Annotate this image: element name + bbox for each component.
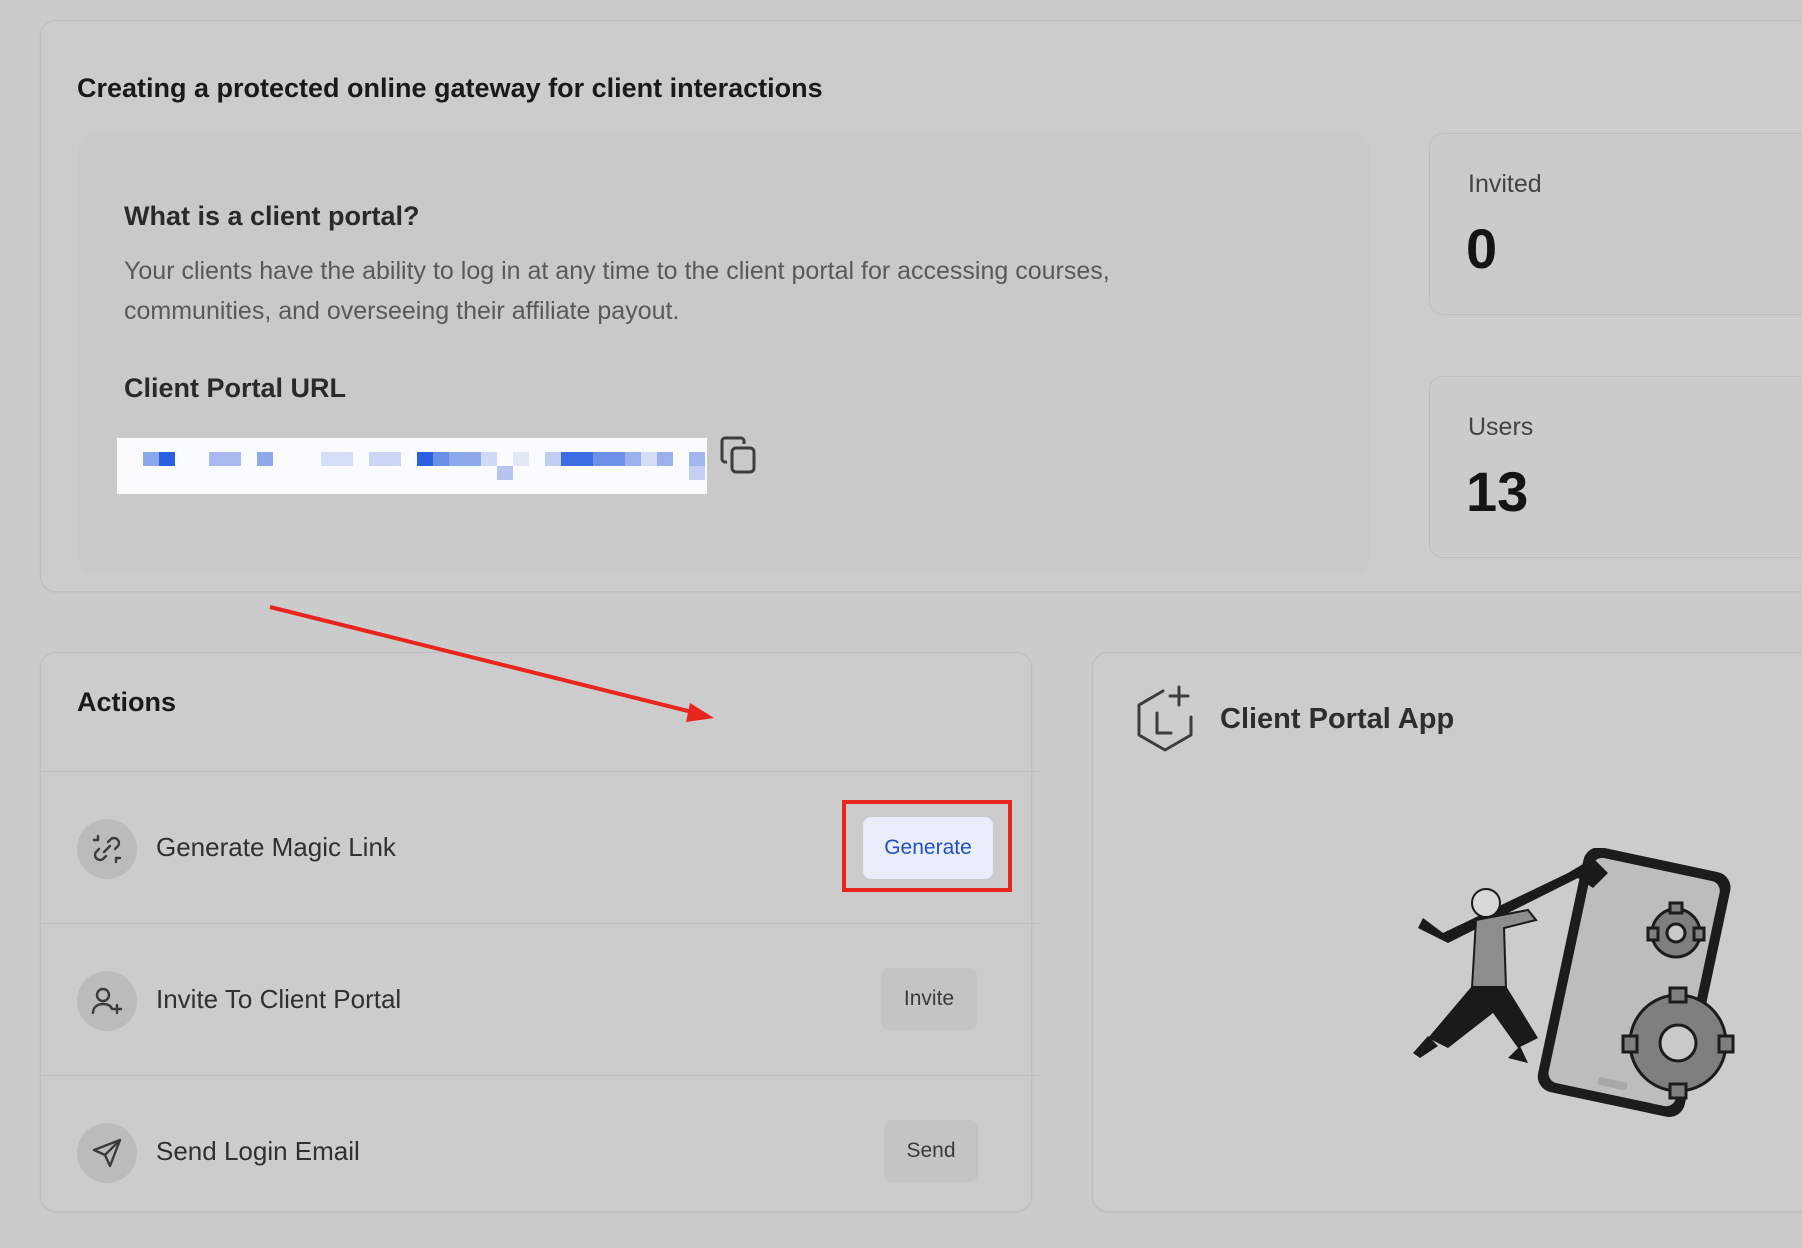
redacted-pixel	[257, 452, 273, 466]
action-label: Generate Magic Link	[156, 832, 396, 862]
copy-icon[interactable]	[719, 435, 759, 477]
redacted-pixel	[497, 466, 513, 480]
client-portal-url[interactable]	[117, 438, 707, 494]
users-value: 13	[1466, 460, 1529, 523]
url-heading: Client Portal URL	[124, 373, 347, 403]
redacted-pixel	[159, 452, 175, 466]
redacted-pixel	[209, 452, 241, 466]
page-title: Creating a protected online gateway for …	[77, 73, 823, 103]
invited-value: 0	[1466, 217, 1498, 280]
user-plus-icon	[77, 971, 137, 1031]
redacted-pixel	[433, 452, 449, 466]
redacted-pixel	[513, 452, 529, 466]
redacted-pixel	[417, 452, 433, 466]
redacted-pixel	[689, 452, 705, 466]
action-label: Send Login Email	[156, 1136, 360, 1166]
redacted-pixel	[321, 452, 353, 466]
actions-card: Actions Generate Magic Link Generate Inv…	[40, 652, 1041, 1212]
info-heading: What is a client portal?	[124, 201, 420, 231]
action-label: Invite To Client Portal	[156, 984, 402, 1014]
send-button[interactable]: Send	[884, 1120, 978, 1182]
invite-button[interactable]: Invite	[881, 968, 977, 1030]
info-panel: What is a client portal? Your clients ha…	[79, 133, 1369, 573]
paper-plane-icon	[77, 1123, 137, 1183]
users-label: Users	[1468, 413, 1534, 441]
action-row-invite: Invite To Client Portal Invite	[41, 923, 1041, 1074]
redacted-pixel	[641, 452, 657, 466]
redacted-pixel	[625, 452, 641, 466]
magic-link-icon	[77, 819, 137, 879]
hexagon-add-icon	[1133, 683, 1199, 755]
actions-title: Actions	[77, 687, 177, 717]
invited-label: Invited	[1468, 170, 1542, 198]
redacted-pixel	[449, 452, 481, 466]
action-row-send-login: Send Login Email Send	[41, 1075, 1041, 1226]
app-title: Client Portal App	[1220, 703, 1455, 735]
users-stat-card: Users 13	[1429, 376, 1802, 558]
client-portal-app-card: Client Portal App	[1092, 652, 1802, 1212]
redacted-pixel	[481, 452, 497, 466]
redacted-pixel	[545, 452, 561, 466]
redacted-pixel	[657, 452, 673, 466]
info-description: Your clients have the ability to log in …	[124, 257, 1110, 325]
mechanic-illustration	[1408, 847, 1768, 1138]
redacted-pixel	[369, 452, 401, 466]
highlight-annotation	[842, 800, 1012, 892]
invited-stat-card: Invited 0	[1429, 133, 1802, 315]
client-portal-card: Creating a protected online gateway for …	[40, 20, 1802, 592]
redacted-pixel	[143, 452, 159, 466]
redacted-pixel	[689, 466, 705, 480]
redacted-pixel	[561, 452, 593, 466]
redacted-pixel	[593, 452, 625, 466]
